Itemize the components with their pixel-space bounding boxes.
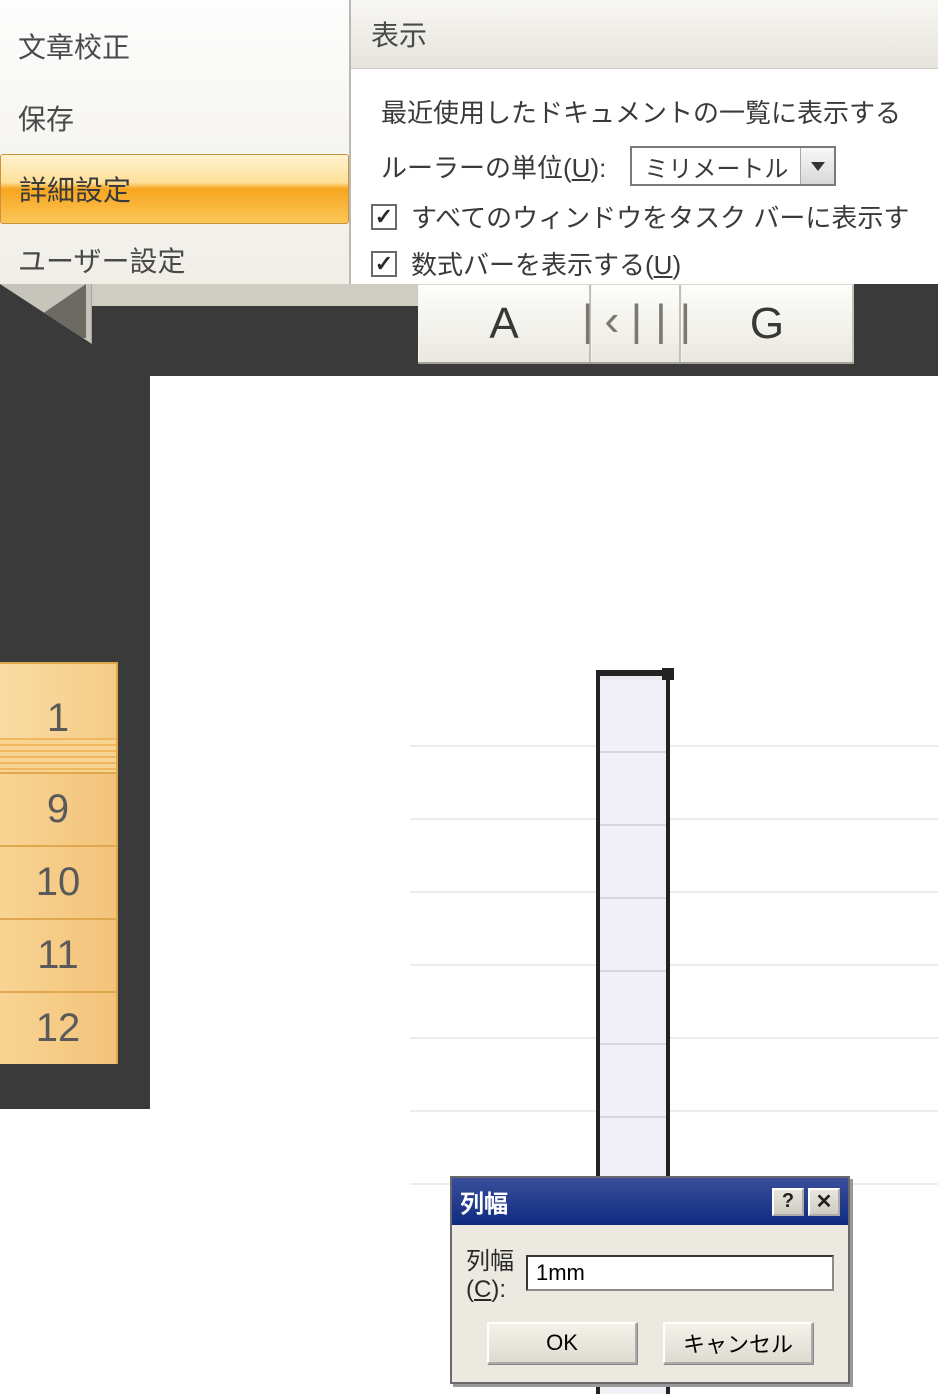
options-panel: 文章校正 保存 詳細設定 ユーザー設定 表示 最近使用したドキュメントの一覧に表…	[0, 0, 938, 284]
spreadsheet-area: A |‹||| G 1 9 10 11 12 列幅	[0, 284, 938, 1109]
selection-border	[596, 670, 670, 676]
gridlines	[410, 674, 938, 1194]
row-label: 1	[47, 696, 69, 741]
option-label: ルーラーの単位(U):	[381, 148, 606, 185]
column-headers: A |‹||| G	[418, 284, 854, 364]
help-icon: ?	[782, 1190, 794, 1213]
option-taskbar-windows[interactable]: すべてのウィンドウをタスク バーに表示す	[351, 192, 938, 239]
resize-icon: |‹|||	[574, 299, 696, 349]
dialog-button-row: OK キャンセル	[466, 1322, 834, 1368]
column-label: G	[750, 299, 784, 349]
option-label: 最近使用したドキュメントの一覧に表示する	[381, 93, 901, 130]
chevron-down-icon[interactable]	[800, 148, 834, 184]
dialog-title-text: 列幅	[460, 1184, 508, 1219]
row-header[interactable]: 1	[0, 662, 118, 772]
option-formula-bar[interactable]: 数式バーを表示する(U)	[351, 239, 938, 286]
selection-handle[interactable]	[662, 668, 674, 680]
row-label: 11	[37, 933, 79, 978]
column-width-input[interactable]	[526, 1255, 834, 1291]
field-label: 列幅(C):	[466, 1241, 516, 1304]
column-resize-handle[interactable]: |‹|||	[591, 285, 681, 362]
sidebar-item-proofing[interactable]: 文章校正	[0, 10, 349, 82]
sidebar-item-label: ユーザー設定	[18, 246, 185, 277]
column-header-g[interactable]: G	[681, 285, 854, 362]
cancel-button[interactable]: キャンセル	[663, 1322, 813, 1364]
button-label: キャンセル	[683, 1327, 793, 1359]
corner-triangle-icon	[0, 284, 86, 338]
dialog-body: 列幅(C): OK キャンセル	[452, 1225, 848, 1382]
options-sidebar: 文章校正 保存 詳細設定 ユーザー設定	[0, 0, 351, 284]
row-header[interactable]: 12	[0, 991, 118, 1064]
checkbox-label: すべてのウィンドウをタスク バーに表示す	[411, 198, 909, 235]
column-label: A	[489, 299, 518, 349]
column-header-a[interactable]: A	[418, 285, 591, 362]
section-header-display: 表示	[351, 0, 938, 69]
sidebar-item-advanced[interactable]: 詳細設定	[0, 154, 349, 224]
options-right-pane: 表示 最近使用したドキュメントの一覧に表示する ルーラーの単位(U): ミリメー…	[351, 0, 938, 284]
column-width-field-row: 列幅(C):	[466, 1241, 834, 1304]
row-header[interactable]: 11	[0, 918, 118, 991]
row-header[interactable]: 9	[0, 772, 118, 845]
ruler-unit-dropdown[interactable]: ミリメートル	[630, 146, 836, 186]
close-icon: ✕	[816, 1189, 833, 1214]
close-button[interactable]: ✕	[808, 1188, 840, 1216]
row-label: 12	[36, 1006, 81, 1051]
help-button[interactable]: ?	[772, 1188, 804, 1216]
dropdown-value: ミリメートル	[632, 149, 800, 184]
row-headers: 1 9 10 11 12	[0, 662, 118, 1064]
select-all-corner[interactable]	[0, 284, 92, 344]
ok-button[interactable]: OK	[487, 1322, 637, 1364]
checkbox-icon[interactable]	[371, 204, 397, 230]
sidebar-item-label: 保存	[18, 104, 74, 135]
checkbox-icon[interactable]	[371, 251, 397, 277]
row-label: 9	[47, 787, 69, 832]
column-width-dialog: 列幅 ? ✕ 列幅(C): OK キャンセル	[450, 1176, 850, 1384]
row-label: 10	[36, 860, 81, 905]
checkbox-label: 数式バーを表示する(U)	[411, 245, 681, 282]
sidebar-item-label: 詳細設定	[19, 175, 131, 206]
row-header[interactable]: 10	[0, 845, 118, 918]
sidebar-item-save[interactable]: 保存	[0, 82, 349, 154]
header-strip	[92, 284, 418, 306]
option-recent-documents: 最近使用したドキュメントの一覧に表示する	[351, 69, 938, 136]
dialog-titlebar[interactable]: 列幅 ? ✕	[452, 1178, 848, 1225]
sidebar-item-label: 文章校正	[18, 32, 130, 63]
option-ruler-unit: ルーラーの単位(U): ミリメートル	[351, 136, 938, 192]
button-label: OK	[546, 1330, 578, 1356]
